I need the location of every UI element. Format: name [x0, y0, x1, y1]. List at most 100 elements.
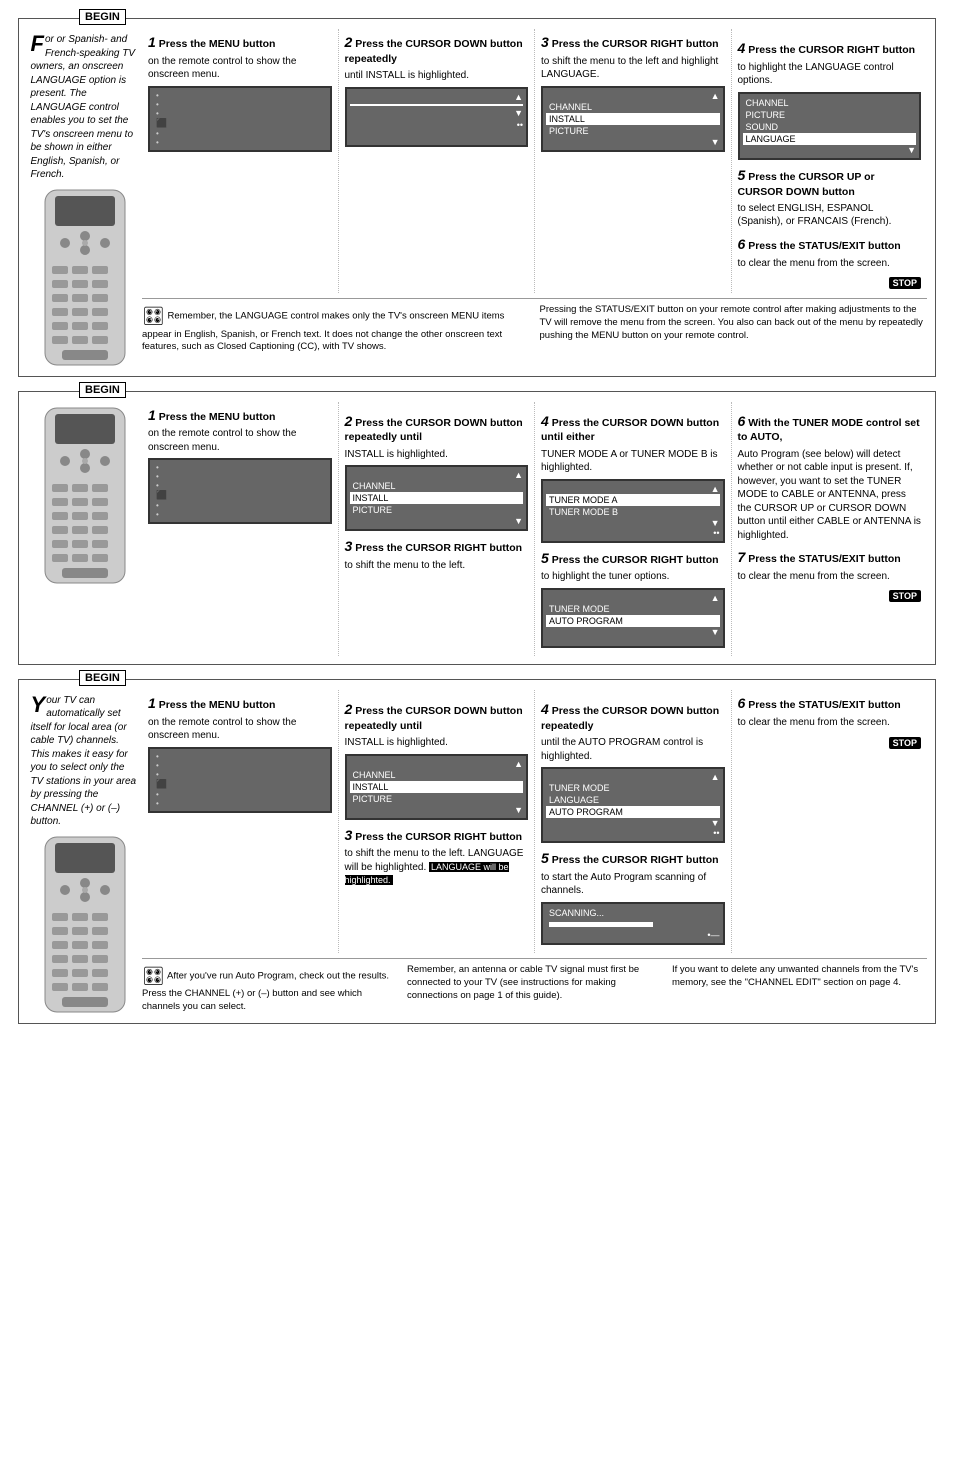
step-ap-5: 5 Press the CURSOR RIGHT button to start… — [541, 849, 725, 945]
sidebar-tuner — [27, 402, 142, 586]
page: BEGIN F or or Spanish- and French-speaki… — [0, 0, 954, 1048]
sidebar-language: F or or Spanish- and French-speaking TV … — [27, 29, 142, 368]
screen-lang-2: ▲ ▼ •• — [345, 87, 529, 147]
screen-ap-4: ▲ TUNER MODE LANGUAGE AUTO PROGRAM ▼ •• — [541, 767, 725, 843]
note-mid-ap: Remember, an antenna or cable TV signal … — [407, 964, 662, 1014]
step-ap-4-body: until the AUTO PROGRAM control is highli… — [541, 736, 725, 763]
step-tuner-5: 5 Press the CURSOR RIGHT button to highl… — [541, 549, 725, 648]
step-lang-5-header: Press the CURSOR UP or CURSOR DOWN butto… — [738, 171, 875, 198]
note-left-ap-text: After you've run Auto Program, check out… — [142, 971, 389, 1012]
screen-tuner-2: ▲ CHANNEL INSTALL PICTURE ▼ — [345, 465, 529, 531]
screen-ap-1: • • • ⬛ • • — [148, 747, 332, 813]
step-ap-4-header: Press the CURSOR DOWN button repeatedly — [541, 705, 719, 732]
step-lang-3: 3 Press the CURSOR RIGHT button to shift… — [534, 29, 731, 293]
step-lang-4: 4 Press the CURSOR RIGHT button to highl… — [738, 39, 922, 160]
intro-body-1: or or Spanish- and French-speaking TV ow… — [31, 34, 136, 180]
stop-badge-3: STOP — [889, 737, 921, 749]
note-right-language: Pressing the STATUS/EXIT button on your … — [540, 304, 928, 354]
step-lang-3-header: Press the CURSOR RIGHT button — [552, 38, 719, 50]
step-ap-1: 1 Press the MENU button on the remote co… — [142, 690, 338, 953]
section-language: BEGIN F or or Spanish- and French-speaki… — [18, 18, 936, 377]
step-ap-2-header: Press the CURSOR DOWN button repeatedly … — [345, 705, 523, 732]
note-left-ap: 🎛 After you've run Auto Program, check o… — [142, 964, 397, 1014]
step-ap-6-header: Press the STATUS/EXIT button — [748, 699, 900, 711]
step-tuner-67: 6 With the TUNER MODE control set to AUT… — [731, 402, 928, 656]
step-tuner-7: 7 Press the STATUS/EXIT button to clear … — [738, 548, 922, 602]
remote-control-1 — [40, 188, 130, 368]
begin-badge-1: BEGIN — [79, 9, 126, 25]
steps-tuner: 1 Press the MENU button on the remote co… — [142, 402, 927, 656]
screen-ap-2: ▲ CHANNEL INSTALL PICTURE ▼ — [345, 754, 529, 820]
step-ap-1-body: on the remote control to show the onscre… — [148, 716, 332, 743]
section-autoprog: BEGIN Y our TV can automatically set its… — [18, 679, 936, 1024]
step-tuner-1-header: Press the MENU button — [159, 411, 276, 423]
begin-badge-3: BEGIN — [79, 670, 126, 686]
intro-body-3: our TV can automatically set itself for … — [31, 695, 137, 828]
step-tuner-6: 6 With the TUNER MODE control set to AUT… — [738, 412, 922, 543]
step-tuner-5-header: Press the CURSOR RIGHT button — [552, 554, 719, 566]
step-tuner-4: 4 Press the CURSOR DOWN button until eit… — [541, 412, 725, 543]
step-ap-3-header: Press the CURSOR RIGHT button — [355, 831, 522, 843]
step-tuner-1: 1 Press the MENU button on the remote co… — [142, 402, 338, 656]
note-row-language: 🎛 Remember, the LANGUAGE control makes o… — [142, 298, 927, 354]
step-tuner-45: 4 Press the CURSOR DOWN button until eit… — [534, 402, 731, 656]
step-lang-2-body: until INSTALL is highlighted. — [345, 69, 529, 83]
screen-tuner-5: ▲ TUNER MODE AUTO PROGRAM ▼ — [541, 588, 725, 648]
step-ap-45: 4 Press the CURSOR DOWN button repeatedl… — [534, 690, 731, 953]
note-left-language: 🎛 Remember, the LANGUAGE control makes o… — [142, 304, 530, 354]
step-ap-6: 6 Press the STATUS/EXIT button to clear … — [731, 690, 928, 953]
step-lang-6: 6 Press the STATUS/EXIT button to clear … — [738, 235, 922, 289]
steps-language: 1 Press the MENU button on the remote co… — [142, 29, 927, 354]
step-lang-1-body: on the remote control to show the onscre… — [148, 55, 332, 82]
remote-control-2 — [40, 406, 130, 586]
step-lang-1: 1 Press the MENU button on the remote co… — [142, 29, 338, 293]
step-tuner-3: 3 Press the CURSOR RIGHT button to shift… — [345, 537, 529, 572]
section-tuner: BEGIN — [18, 391, 936, 665]
stop-badge-2: STOP — [889, 590, 921, 602]
step-lang-456: 4 Press the CURSOR RIGHT button to highl… — [731, 29, 928, 293]
step-tuner-2-header: Press the CURSOR DOWN button repeatedly … — [345, 417, 523, 444]
note-row-autoprog: 🎛 After you've run Auto Program, check o… — [142, 958, 927, 1014]
step-lang-2: 2 Press the CURSOR DOWN button repeatedl… — [338, 29, 535, 293]
step-ap-3: 3 Press the CURSOR RIGHT button to shift… — [345, 826, 529, 888]
step-tuner-2-body: INSTALL is highlighted. — [345, 448, 529, 462]
step-tuner-4-body: TUNER MODE A or TUNER MODE B is highligh… — [541, 448, 725, 475]
step-tuner-7-header: Press the STATUS/EXIT button — [748, 553, 900, 565]
screen-tuner-4: ▲ TUNER MODE A TUNER MODE B ▼ •• — [541, 479, 725, 543]
step-ap-23: 2 Press the CURSOR DOWN button repeatedl… — [338, 690, 535, 953]
sidebar-autoprog: Y our TV can automatically set itself fo… — [27, 690, 142, 1015]
step-tuner-5-body: to highlight the tuner options. — [541, 570, 725, 584]
intro-text-language: F or or Spanish- and French-speaking TV … — [31, 33, 139, 182]
step-lang-5: 5 Press the CURSOR UP or CURSOR DOWN but… — [738, 166, 922, 229]
screen-lang-3: ▲ CHANNEL INSTALL PICTURE ▼ — [541, 86, 725, 152]
step-tuner-6-body: Auto Program (see below) will detect whe… — [738, 448, 922, 543]
screen-tuner-1: • • • ⬛ • • — [148, 458, 332, 524]
note-right-ap: If you want to delete any unwanted chann… — [672, 964, 927, 1014]
step-lang-1-header: Press the MENU button — [159, 38, 276, 50]
screen-lang-4: CHANNEL PICTURE SOUND LANGUAGE ▼ — [738, 92, 922, 160]
step-lang-4-header: Press the CURSOR RIGHT button — [748, 44, 915, 56]
screen-lang-1: • • • ⬛ • • — [148, 86, 332, 152]
step-ap-5-header: Press the CURSOR RIGHT button — [552, 854, 719, 866]
step-tuner-2: 2 Press the CURSOR DOWN button repeatedl… — [345, 412, 529, 532]
step-tuner-1-body: on the remote control to show the onscre… — [148, 427, 332, 454]
step-lang-3-body: to shift the menu to the left and highli… — [541, 55, 725, 82]
step-ap-2-body: INSTALL is highlighted. — [345, 736, 529, 750]
step-tuner-3-body: to shift the menu to the left. — [345, 559, 529, 573]
screen-ap-5: SCANNING... •— — [541, 902, 725, 945]
step-lang-4-body: to highlight the LANGUAGE control option… — [738, 61, 922, 88]
drop-cap-1: F — [31, 35, 44, 54]
step-tuner-4-header: Press the CURSOR DOWN button until eithe… — [541, 417, 719, 444]
step-tuner-23: 2 Press the CURSOR DOWN button repeatedl… — [338, 402, 535, 656]
begin-badge-2: BEGIN — [79, 382, 126, 398]
step-ap-1-header: Press the MENU button — [159, 699, 276, 711]
stop-badge-1: STOP — [889, 277, 921, 289]
intro-text-autoprog: Y our TV can automatically set itself fo… — [31, 694, 139, 829]
step-tuner-6-header: With the TUNER MODE control set to AUTO, — [738, 417, 920, 444]
steps-autoprog: 1 Press the MENU button on the remote co… — [142, 690, 927, 1014]
step-lang-2-header: Press the CURSOR DOWN button repeatedly — [345, 38, 523, 65]
drop-cap-3: Y — [31, 696, 46, 715]
step-ap-6-body: to clear the menu from the screen. — [738, 716, 922, 730]
step-lang-5-body: to select ENGLISH, ESPANOL (Spanish), or… — [738, 202, 922, 229]
step-tuner-7-body: to clear the menu from the screen. — [738, 570, 922, 584]
